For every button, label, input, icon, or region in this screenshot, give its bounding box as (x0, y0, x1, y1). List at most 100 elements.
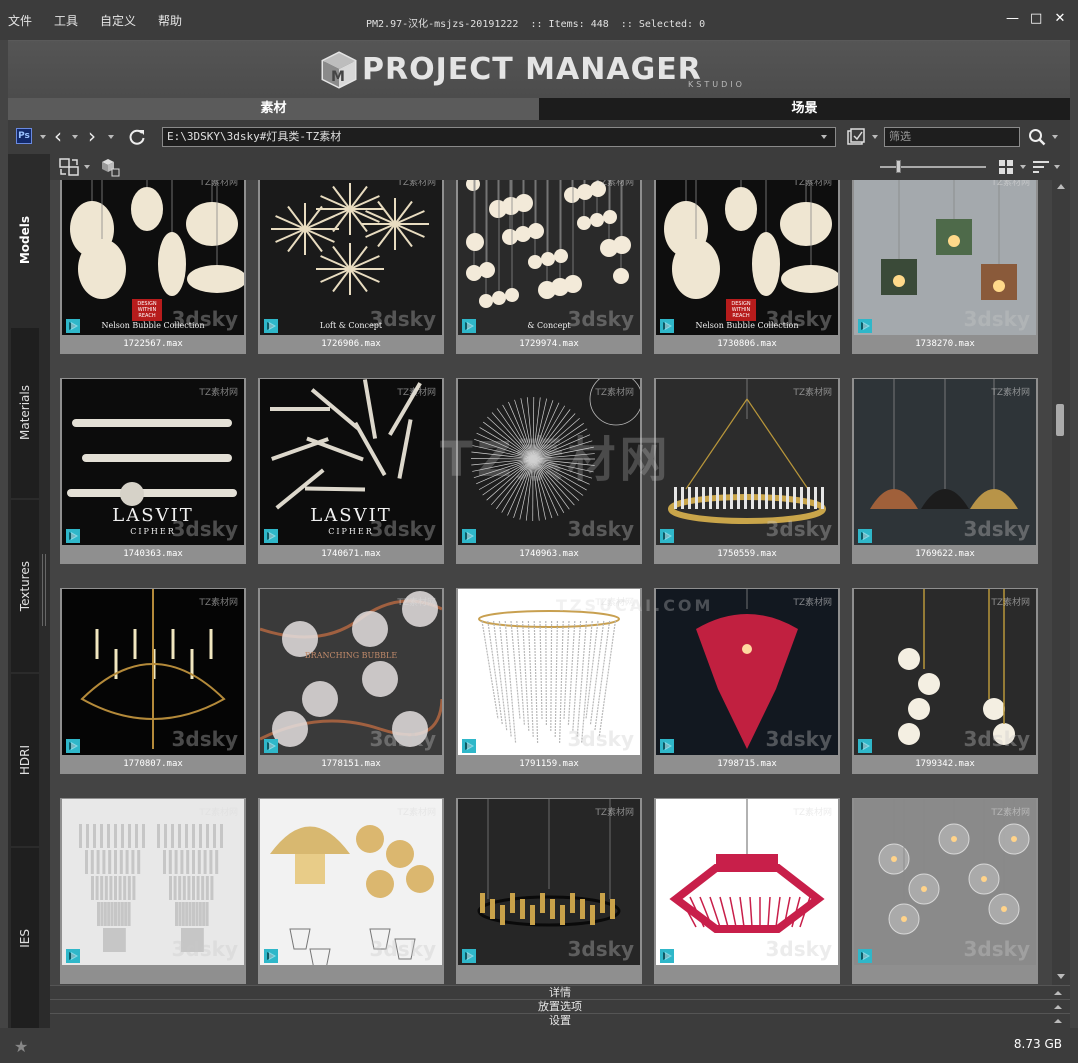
forward-dropdown-caret-icon[interactable] (108, 135, 114, 139)
asset-card[interactable]: TZ素材网 3dsky 1799342.max (852, 588, 1038, 774)
asset-thumbnail: TZ素材网 3dsky (260, 799, 442, 965)
address-bar: Ps ‹ › E:\3DSKY\3dsky#灯具类-TZ素材 筛选 (8, 120, 1070, 154)
scroll-down-icon[interactable] (1057, 974, 1065, 979)
back-dropdown-caret-icon[interactable] (72, 135, 78, 139)
window-controls: — □ ✕ (1006, 12, 1066, 26)
sidebar-tab-models[interactable]: Models (11, 154, 39, 326)
asset-filename (456, 966, 642, 982)
panel-settings[interactable]: 设置 (50, 1013, 1070, 1027)
asset-filename: 1730806.max (717, 339, 777, 349)
asset-card[interactable]: TZ素材网 3dsky (654, 798, 840, 984)
photoshop-icon[interactable]: Ps (16, 128, 32, 144)
sync-dropdown-caret-icon[interactable] (84, 165, 90, 169)
max-file-icon (660, 529, 674, 543)
asset-card[interactable]: TZ素材网 3dsky 1791159.max (456, 588, 642, 774)
path-dropdown-icon[interactable] (821, 135, 827, 139)
asset-filename: 1770807.max (123, 759, 183, 769)
asset-filename: 1791159.max (519, 759, 579, 769)
asset-card[interactable]: TZ素材网 3dsky (258, 798, 444, 984)
asset-card[interactable]: TZ素材网 3dsky 1738270.max (852, 180, 1038, 354)
close-button[interactable]: ✕ (1054, 12, 1066, 26)
star-icon[interactable]: ★ (14, 1037, 28, 1056)
thumbnail-caption: BRANCHING BUBBLE (304, 651, 398, 660)
filter-input[interactable]: 筛选 (884, 127, 1020, 147)
box-icon[interactable] (100, 157, 120, 177)
expand-up-icon (1054, 991, 1062, 995)
panel-details-label: 详情 (549, 986, 571, 999)
asset-filename: 1740363.max (123, 549, 183, 559)
asset-card[interactable]: TZ素材网 3dsky 1750559.max (654, 378, 840, 564)
sidebar-tab-textures[interactable]: Textures (11, 500, 39, 672)
menu-file[interactable]: 文件 (8, 12, 32, 29)
sidebar-tab-ies[interactable]: IES (11, 848, 39, 1028)
path-input[interactable]: E:\3DSKY\3dsky#灯具类-TZ素材 (162, 127, 836, 147)
sidebar-resize-grip[interactable] (42, 554, 46, 626)
minimize-button[interactable]: — (1006, 12, 1019, 26)
sidebar-tab-hdri[interactable]: HDRI (11, 674, 39, 846)
thumbnail-watermark-brand: 3dsky (765, 937, 832, 961)
sort-icon[interactable] (1032, 159, 1050, 175)
thumbnail-badge: DESIGN WITHIN REACH (726, 299, 756, 321)
checklist-icon[interactable] (846, 127, 866, 147)
forward-arrow-icon[interactable]: › (88, 126, 96, 146)
refresh-icon[interactable] (128, 128, 146, 146)
asset-card[interactable]: TZ素材网 3dsky (60, 798, 246, 984)
asset-card[interactable]: TZ素材网 3dsky 1769622.max (852, 378, 1038, 564)
asset-card[interactable]: TZ素材网 3dsky Loft & Concept 1726906.max (258, 180, 444, 354)
tab-assets[interactable]: 素材 (8, 98, 539, 120)
sync-icon[interactable] (58, 157, 80, 177)
panel-settings-label: 设置 (549, 1014, 571, 1027)
asset-filename: 1798715.max (717, 759, 777, 769)
panel-details[interactable]: 详情 (50, 985, 1070, 999)
logo-subtitle: KSTUDIO (688, 80, 745, 89)
cube-logo-icon: M (321, 51, 357, 89)
scroll-up-icon[interactable] (1057, 184, 1065, 189)
thumbnail-watermark-site: TZ素材网 (793, 808, 832, 818)
asset-thumbnail: TZ素材网 3dsky (62, 589, 244, 755)
asset-card[interactable]: TZ素材网 3dsky Nelson Bubble Collection DESIGN… (654, 180, 840, 354)
asset-thumbnail: TZ素材网 3dsky (854, 799, 1036, 965)
max-file-icon (858, 319, 872, 333)
back-arrow-icon[interactable]: ‹ (54, 126, 62, 146)
checklist-dropdown-caret-icon[interactable] (872, 135, 878, 139)
search-dropdown-caret-icon[interactable] (1052, 135, 1058, 139)
menu-tools[interactable]: 工具 (54, 12, 78, 29)
thumbnail-watermark-brand: 3dsky (963, 727, 1030, 751)
asset-card[interactable]: TZ素材网 3dsky BRANCHING BUBBLE 1778151.max (258, 588, 444, 774)
ps-dropdown-caret-icon[interactable] (40, 135, 46, 139)
thumbnail-watermark-site: TZ素材网 (397, 598, 436, 608)
asset-card[interactable]: TZ素材网 3dsky 1740963.max (456, 378, 642, 564)
asset-card[interactable]: TZ素材网 3dsky LASVIT CIPHER 1740671.max (258, 378, 444, 564)
max-file-icon (66, 319, 80, 333)
thumbnail-watermark-brand: 3dsky (963, 307, 1030, 331)
view-dropdown-caret-icon[interactable] (1020, 165, 1026, 169)
sidebar-tab-label: Textures (18, 560, 32, 612)
asset-card[interactable]: TZ素材网 3dsky (852, 798, 1038, 984)
search-icon[interactable] (1028, 128, 1046, 146)
asset-card[interactable]: TZ素材网 3dsky 1798715.max (654, 588, 840, 774)
asset-thumbnail: TZ素材网 3dsky (656, 379, 838, 545)
menu-customize[interactable]: 自定义 (100, 12, 136, 29)
asset-card[interactable]: TZ素材网 3dsky LASVIT CIPHER 1740363.max (60, 378, 246, 564)
grid-scrollbar[interactable] (1052, 180, 1070, 985)
thumbnail-badge: CIPHER (130, 527, 176, 536)
grid-toolbar (50, 154, 1070, 180)
max-file-icon (264, 319, 278, 333)
scrollbar-thumb[interactable] (1056, 404, 1064, 436)
asset-card[interactable]: TZ素材网 3dsky (456, 798, 642, 984)
thumbnail-size-slider-thumb[interactable] (896, 160, 901, 173)
asset-card[interactable]: TZ素材网 3dsky & Concept 1729974.max (456, 180, 642, 354)
thumbnail-watermark-brand: 3dsky (765, 727, 832, 751)
thumbnail-caption: LASVIT (112, 505, 194, 526)
thumbnail-watermark-site: TZ素材网 (199, 808, 238, 818)
grid-view-icon[interactable] (998, 159, 1014, 175)
sort-dropdown-caret-icon[interactable] (1054, 165, 1060, 169)
tab-scenes[interactable]: 场景 (539, 98, 1070, 120)
asset-card[interactable]: TZ素材网 3dsky Nelson Bubble Collection DESIGN… (60, 180, 246, 354)
menu-help[interactable]: 帮助 (158, 12, 182, 29)
panel-placement-options[interactable]: 放置选项 (50, 999, 1070, 1013)
sidebar-tab-materials[interactable]: Materials (11, 328, 39, 498)
thumbnail-badge: DESIGN WITHIN REACH (132, 299, 162, 321)
asset-card[interactable]: TZ素材网 3dsky 1770807.max (60, 588, 246, 774)
maximize-button[interactable]: □ (1030, 12, 1042, 26)
